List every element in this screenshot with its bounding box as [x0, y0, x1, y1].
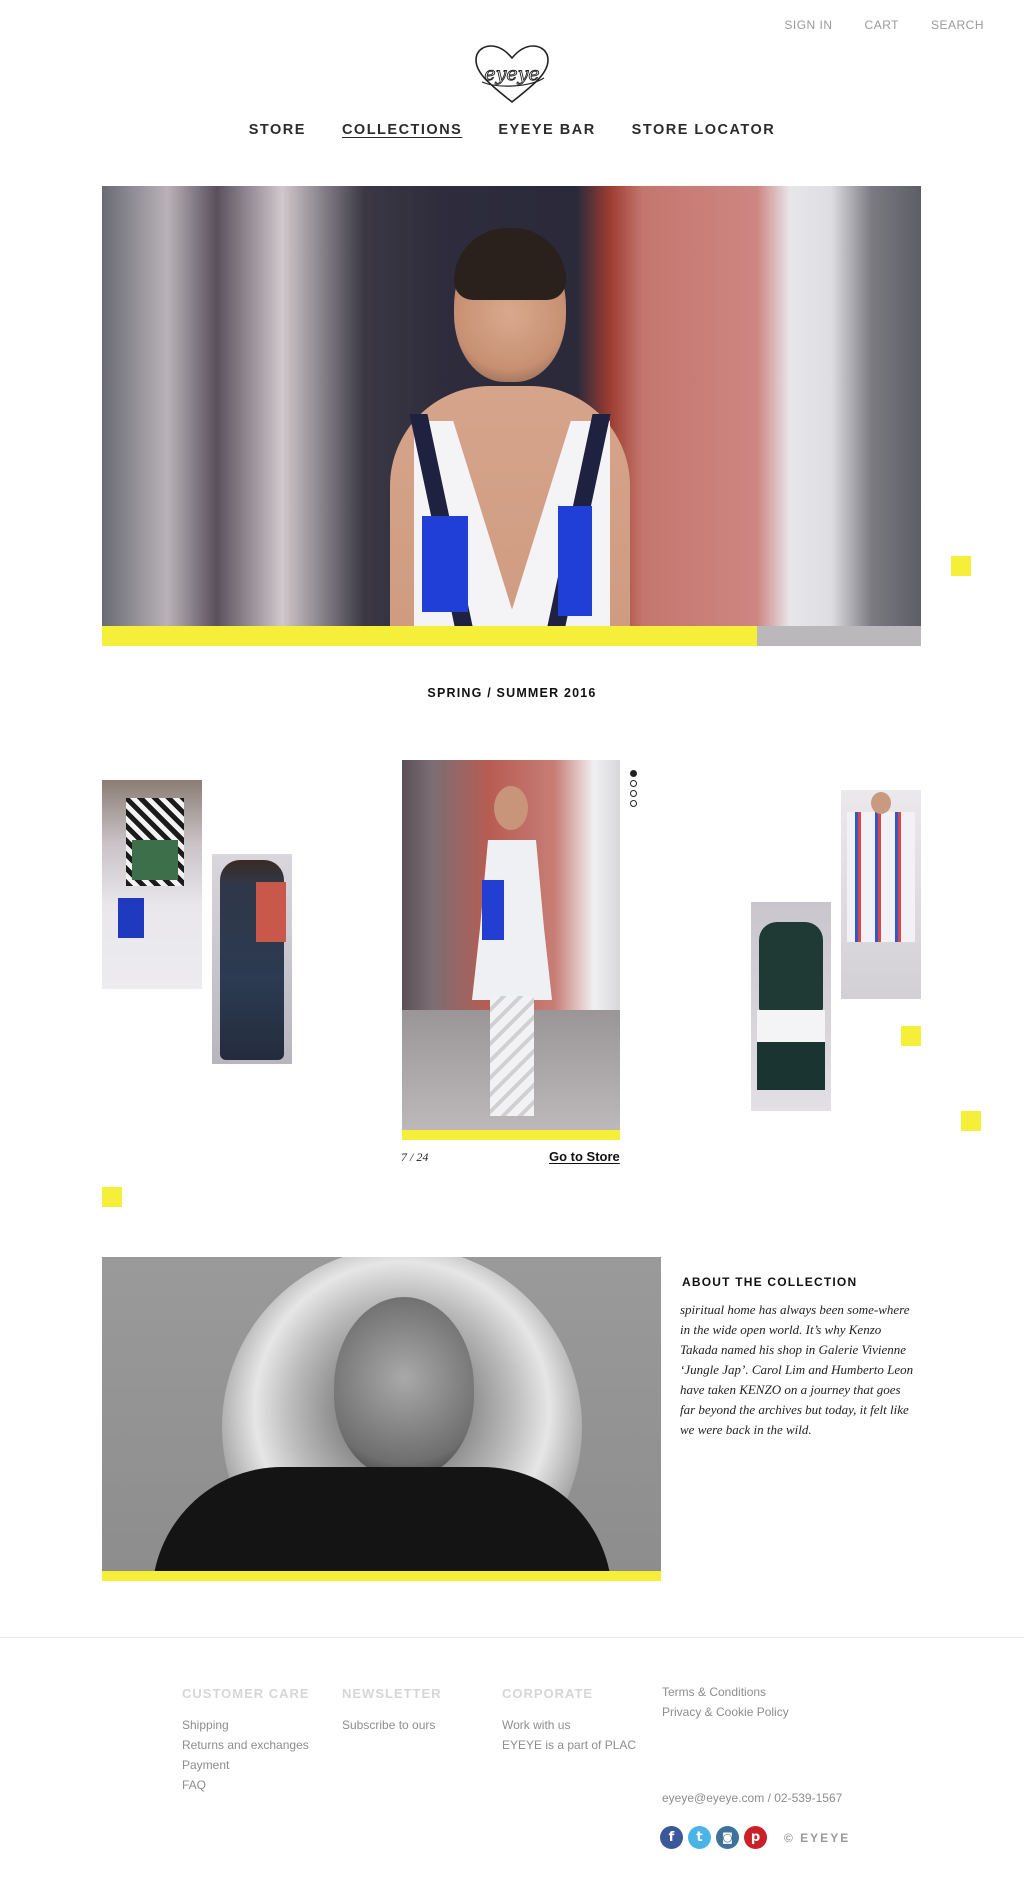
- decor-square: [102, 1187, 122, 1207]
- season-title: SPRING / SUMMER 2016: [427, 686, 597, 700]
- footer-link-shipping[interactable]: Shipping: [182, 1715, 310, 1735]
- gallery-thumb[interactable]: [102, 780, 202, 989]
- about-text: spiritual home has always been some-wher…: [680, 1302, 914, 1437]
- go-to-store-link[interactable]: Go to Store: [549, 1149, 620, 1164]
- footer-customer-care: CUSTOMER CARE Shipping Returns and excha…: [182, 1686, 310, 1795]
- gallery-thumb[interactable]: [751, 902, 831, 1111]
- footer-link-privacy[interactable]: Privacy & Cookie Policy: [662, 1702, 789, 1722]
- cart-link[interactable]: CART: [865, 18, 899, 32]
- pagination-dot[interactable]: [630, 790, 637, 797]
- search-link[interactable]: SEARCH: [931, 18, 984, 32]
- thumb-model-head: [871, 792, 891, 814]
- pagination-dot[interactable]: [630, 800, 637, 807]
- decor-square: [901, 1026, 921, 1046]
- gallery-thumb[interactable]: [212, 854, 292, 1064]
- decor-square: [961, 1111, 981, 1131]
- copyright: © EYEYE: [784, 1830, 851, 1845]
- gallery-thumb[interactable]: [841, 790, 921, 999]
- footer-newsletter: NEWSLETTER Subscribe to ours: [342, 1686, 442, 1735]
- hero-progress-bar: [102, 626, 757, 646]
- pagination-dot[interactable]: [630, 770, 637, 777]
- about-title: ABOUT THE COLLECTION: [682, 1275, 858, 1289]
- nav-store-locator[interactable]: STORE LOCATOR: [632, 122, 776, 138]
- model-face: [334, 1297, 474, 1477]
- thumb-blue-bag: [118, 898, 144, 938]
- thumb-jacket: [759, 922, 823, 1012]
- main-model-head: [494, 786, 528, 830]
- nav-eyeye-bar[interactable]: EYEYE BAR: [498, 122, 595, 138]
- footer-corporate: CORPORATE Work with us EYEYE is a part o…: [502, 1686, 636, 1755]
- twitter-icon[interactable]: t: [688, 1826, 711, 1849]
- footer-link-payment[interactable]: Payment: [182, 1755, 310, 1775]
- decor-square: [951, 556, 971, 576]
- footer-link-subscribe[interactable]: Subscribe to ours: [342, 1715, 442, 1735]
- main-nav: STORE COLLECTIONS EYEYE BAR STORE LOCATO…: [0, 122, 1024, 138]
- about-accent-bar: [102, 1571, 661, 1581]
- footer-legal: Terms & Conditions Privacy & Cookie Poli…: [662, 1682, 789, 1722]
- hero-progress-track: [757, 626, 921, 646]
- hero-model-hair: [454, 228, 566, 300]
- footer-contact: eyeye@eyeye.com / 02-539-1567: [662, 1791, 843, 1805]
- nav-collections[interactable]: COLLECTIONS: [342, 122, 462, 138]
- footer-heading: CUSTOMER CARE: [182, 1686, 310, 1701]
- thumb-skirt: [757, 1010, 825, 1090]
- hero-print-left: [422, 516, 468, 612]
- footer-link-plac[interactable]: EYEYE is a part of PLAC: [502, 1735, 636, 1755]
- footer-divider: [0, 1637, 1024, 1638]
- hero-image[interactable]: [102, 186, 921, 626]
- thumb-print-dress: [847, 812, 915, 942]
- eyeye-logo[interactable]: eyeye: [472, 44, 552, 106]
- hero-print-right: [558, 506, 592, 616]
- pinterest-icon[interactable]: p: [744, 1826, 767, 1849]
- instagram-icon[interactable]: ◙: [716, 1826, 739, 1849]
- gallery-counter: 7 / 24: [401, 1150, 429, 1164]
- gallery-main-image[interactable]: [402, 760, 620, 1130]
- nav-store[interactable]: STORE: [249, 122, 306, 138]
- social-links: f t ◙ p © EYEYE: [660, 1826, 850, 1849]
- thumb-green-panel: [132, 840, 178, 880]
- footer-link-terms[interactable]: Terms & Conditions: [662, 1682, 789, 1702]
- main-dress-print: [482, 880, 504, 940]
- thumb-red-panel: [256, 882, 286, 942]
- footer-link-work[interactable]: Work with us: [502, 1715, 636, 1735]
- logo-wordmark: eyeye: [484, 63, 539, 85]
- facebook-icon[interactable]: f: [660, 1826, 683, 1849]
- footer-link-returns[interactable]: Returns and exchanges: [182, 1735, 310, 1755]
- about-image: [102, 1257, 661, 1571]
- footer-link-faq[interactable]: FAQ: [182, 1775, 310, 1795]
- pagination-dot[interactable]: [630, 780, 637, 787]
- footer-heading: CORPORATE: [502, 1686, 594, 1701]
- black-coat: [152, 1467, 612, 1571]
- utility-nav: SIGN IN CART SEARCH: [784, 18, 984, 32]
- gallery-progress-bar: [402, 1130, 620, 1140]
- sign-in-link[interactable]: SIGN IN: [784, 18, 832, 32]
- main-boots: [490, 996, 534, 1116]
- footer-heading: NEWSLETTER: [342, 1686, 442, 1701]
- gallery-pagination: [630, 770, 637, 807]
